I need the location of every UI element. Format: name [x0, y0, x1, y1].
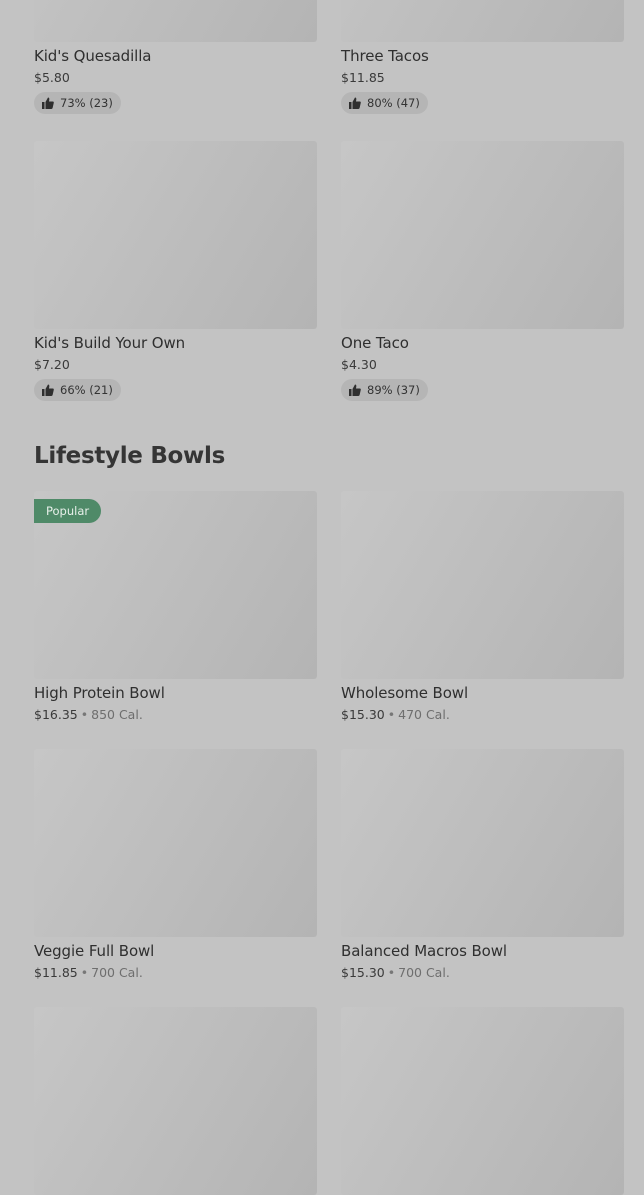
thumbs-up-icon — [349, 384, 361, 396]
menu-item-meta: $16.35 • 850 Cal. — [34, 707, 317, 723]
menu-item-price: $7.20 — [34, 357, 70, 372]
menu-item-meta: $15.30 • 700 Cal. — [341, 965, 624, 981]
separator-dot: • — [80, 707, 89, 722]
separator-dot: • — [387, 965, 396, 980]
menu-item-card[interactable]: Veggie Full Bowl $11.85 • 700 Cal. — [34, 749, 317, 981]
menu-item-card[interactable] — [34, 1007, 317, 1195]
menu-item-card[interactable]: Three Tacos $11.85 80% (47) — [341, 0, 624, 114]
menu-item-name: Kid's Quesadilla — [34, 47, 152, 65]
rating-text: 66% (21) — [60, 383, 113, 397]
menu-item-image[interactable] — [341, 0, 624, 42]
menu-item-image[interactable] — [34, 141, 317, 329]
section-title-lifestyle-bowls: Lifestyle Bowls — [34, 443, 225, 469]
menu-item-name: Kid's Build Your Own — [34, 334, 186, 352]
menu-item-name: High Protein Bowl — [34, 684, 165, 702]
rating-badge: 89% (37) — [341, 379, 428, 401]
menu-item-calories: 470 Cal. — [398, 707, 450, 722]
menu-item-price: $11.85 — [34, 965, 78, 980]
menu-item-card[interactable]: Wholesome Bowl $15.30 • 470 Cal. — [341, 491, 624, 723]
rating-text: 80% (47) — [367, 96, 420, 110]
thumbs-up-icon — [349, 97, 361, 109]
menu-item-price: $16.35 — [34, 707, 78, 722]
menu-item-image[interactable] — [341, 1007, 624, 1195]
menu-item-price: $4.30 — [341, 357, 377, 372]
menu-item-image[interactable] — [341, 491, 624, 679]
menu-item-calories: 700 Cal. — [398, 965, 450, 980]
menu-item-price: $15.30 — [341, 707, 385, 722]
menu-item-calories: 700 Cal. — [91, 965, 143, 980]
menu-item-price: $11.85 — [341, 70, 385, 85]
menu-item-name: Wholesome Bowl — [341, 684, 469, 702]
menu-item-image[interactable] — [34, 749, 317, 937]
thumbs-up-icon — [42, 97, 54, 109]
separator-dot: • — [387, 707, 396, 722]
menu-item-card[interactable] — [341, 1007, 624, 1195]
menu-item-name: One Taco — [341, 334, 409, 352]
menu-item-price: $15.30 — [341, 965, 385, 980]
menu-item-card[interactable]: Balanced Macros Bowl $15.30 • 700 Cal. — [341, 749, 624, 981]
menu-item-image[interactable] — [34, 1007, 317, 1195]
menu-item-price: $5.80 — [34, 70, 70, 85]
menu-item-name: Veggie Full Bowl — [34, 942, 155, 960]
menu-item-calories: 850 Cal. — [91, 707, 143, 722]
menu-item-image[interactable] — [341, 749, 624, 937]
menu-item-image[interactable]: Popular — [34, 491, 317, 679]
menu-item-card[interactable]: Kid's Quesadilla $5.80 73% (23) — [34, 0, 317, 114]
menu-item-image[interactable] — [341, 141, 624, 329]
separator-dot: • — [80, 965, 89, 980]
menu-item-meta: $11.85 • 700 Cal. — [34, 965, 317, 981]
rating-text: 89% (37) — [367, 383, 420, 397]
menu-item-card[interactable]: Kid's Build Your Own $7.20 66% (21) — [34, 141, 317, 401]
menu-item-name: Three Tacos — [341, 47, 429, 65]
rating-badge: 73% (23) — [34, 92, 121, 114]
rating-text: 73% (23) — [60, 96, 113, 110]
thumbs-up-icon — [42, 384, 54, 396]
rating-badge: 66% (21) — [34, 379, 121, 401]
menu-item-image[interactable] — [34, 0, 317, 42]
menu-item-card[interactable]: Popular High Protein Bowl $16.35 • 850 Cal… — [34, 491, 317, 723]
popular-badge: Popular — [34, 499, 102, 523]
menu-item-meta: $15.30 • 470 Cal. — [341, 707, 624, 723]
menu-item-name: Balanced Macros Bowl — [341, 942, 507, 960]
rating-badge: 80% (47) — [341, 92, 428, 114]
menu-item-card[interactable]: One Taco $4.30 89% (37) — [341, 141, 624, 401]
